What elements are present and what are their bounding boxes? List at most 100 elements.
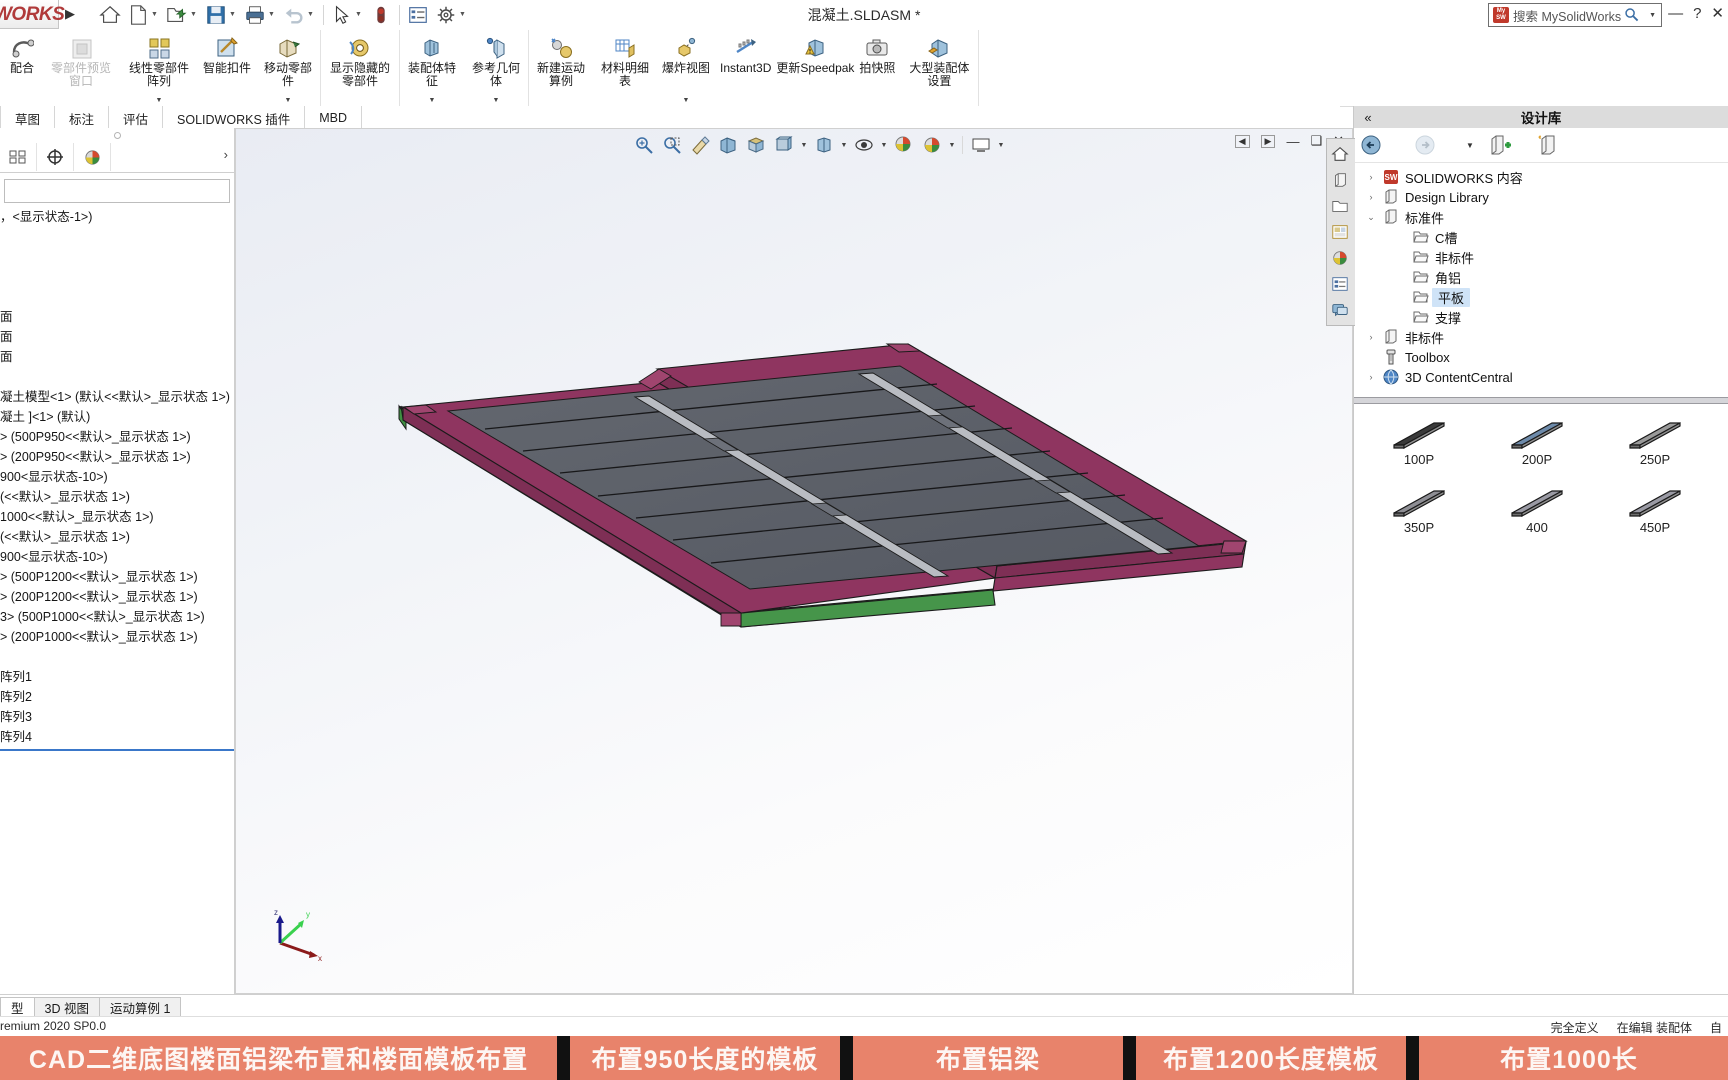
- chevron-toggle-icon[interactable]: ›: [1362, 192, 1380, 202]
- chevron-down-icon[interactable]: ▼: [285, 97, 292, 106]
- forward-arrow-icon[interactable]: [1414, 134, 1436, 156]
- history-dropdown-icon[interactable]: ▼: [1466, 141, 1474, 150]
- ribbon-button-move-component[interactable]: 移动零部件 ▼: [256, 30, 320, 106]
- graphics-viewport[interactable]: ▼ ▼ ▼ ▼ ▼ ◀ ▶ — ❑ x y z: [235, 128, 1353, 994]
- chevron-toggle-icon[interactable]: ›: [1362, 332, 1380, 342]
- feature-manager-tab[interactable]: [0, 143, 37, 171]
- search-icon[interactable]: [1624, 7, 1639, 22]
- collapse-panel-icon[interactable]: «: [1354, 110, 1382, 125]
- ribbon-button-update-speedpak[interactable]: 更新Speedpak: [776, 30, 854, 106]
- chevron-down-icon[interactable]: ▼: [493, 97, 500, 106]
- new-folder-library-icon[interactable]: [1536, 134, 1560, 156]
- chevron-down-icon[interactable]: ▼: [429, 97, 436, 106]
- chevron-down-icon[interactable]: ▼: [683, 97, 690, 106]
- feature-tree-item[interactable]: 900<显示状态-10>): [0, 547, 234, 567]
- close-button[interactable]: ✕: [1711, 4, 1724, 22]
- appearances-tab[interactable]: [74, 143, 111, 171]
- feature-tree-search-input[interactable]: [4, 179, 230, 203]
- search-mysolidworks-input[interactable]: My SW 搜索 MySolidWorks ▼: [1488, 3, 1662, 27]
- feature-tree-item[interactable]: 凝土模型<1> (默认<<默认>_显示状态 1>): [0, 387, 234, 407]
- chevron-down-icon[interactable]: ▼: [156, 97, 163, 106]
- library-item-200P[interactable]: 200P: [1478, 414, 1596, 482]
- library-tree-item-Toolbox[interactable]: Toolbox: [1354, 347, 1728, 367]
- ribbon-button-smart-fasteners[interactable]: 智能扣件: [198, 30, 256, 106]
- chevron-down-icon[interactable]: ▼: [1649, 12, 1656, 19]
- document-tab-型[interactable]: 型: [0, 997, 35, 1017]
- feature-tree-item[interactable]: 凝土 ]<1> (默认): [0, 407, 234, 427]
- chevron-toggle-icon[interactable]: ›: [1362, 172, 1380, 182]
- library-tree-item-SOLIDWORKS 内容[interactable]: › SW SOLIDWORKS 内容: [1354, 167, 1728, 187]
- ribbon-button-exploded-view[interactable]: 爆炸视图 ▼: [657, 30, 715, 106]
- library-item-350P[interactable]: 350P: [1360, 482, 1478, 550]
- library-tree-item-标准件[interactable]: ⌄ 标准件: [1354, 207, 1728, 227]
- feature-tree-item[interactable]: > (200P950<<默认>_显示状态 1>): [0, 447, 234, 467]
- ribbon-button-show-hidden-components[interactable]: 显示隐藏的零部件: [321, 30, 399, 106]
- solidworks-forum-icon[interactable]: [1327, 297, 1353, 323]
- help-button[interactable]: ?: [1693, 5, 1701, 22]
- command-tab-标注[interactable]: 标注: [55, 106, 110, 128]
- property-manager-tab[interactable]: [37, 143, 74, 171]
- feature-tree-item[interactable]: (<<默认>_显示状态 1>): [0, 527, 234, 547]
- command-tab-SOLIDWORKS 插件[interactable]: SOLIDWORKS 插件: [163, 106, 306, 128]
- feature-tree-item[interactable]: 阵列4: [0, 727, 234, 747]
- command-tab-MBD[interactable]: MBD: [305, 106, 363, 128]
- feature-tree-item[interactable]: 面: [0, 347, 234, 367]
- panel-splitter[interactable]: [1354, 397, 1728, 404]
- feature-tree-item[interactable]: 阵列2: [0, 687, 234, 707]
- view-palette-icon[interactable]: [1327, 219, 1353, 245]
- library-tree-item-支撑[interactable]: 支撑: [1354, 307, 1728, 327]
- ribbon-button-bill-of-materials[interactable]: 材料明细表: [593, 30, 657, 106]
- library-item-400[interactable]: 400: [1478, 482, 1596, 550]
- feature-tree-item[interactable]: 阵列1: [0, 667, 234, 687]
- ribbon-button-assembly-feature[interactable]: 装配体特征 ▼: [400, 30, 464, 106]
- library-tree-item-角铝[interactable]: 角铝: [1354, 267, 1728, 287]
- design-library-icon[interactable]: [1327, 167, 1353, 193]
- ribbon-button-take-snapshot[interactable]: 拍快照: [854, 30, 900, 106]
- library-item-450P[interactable]: 450P: [1596, 482, 1714, 550]
- library-item-250P[interactable]: 250P: [1596, 414, 1714, 482]
- feature-tree-item[interactable]: 面: [0, 327, 234, 347]
- feature-tree-item[interactable]: > (200P1200<<默认>_显示状态 1>): [0, 587, 234, 607]
- back-arrow-icon[interactable]: [1360, 134, 1382, 156]
- chevron-toggle-icon[interactable]: ⌄: [1362, 212, 1380, 223]
- library-tree-item-Design Library[interactable]: › Design Library: [1354, 187, 1728, 207]
- panel-more-tabs-icon[interactable]: ›: [224, 147, 228, 162]
- command-tab-草图[interactable]: 草图: [0, 106, 56, 128]
- library-tree-item-非标件[interactable]: 非标件: [1354, 247, 1728, 267]
- feature-tree-item[interactable]: 900<显示状态-10>): [0, 467, 234, 487]
- feature-tree-item[interactable]: ，<显示状态-1>): [0, 207, 234, 227]
- library-item-100P[interactable]: 100P: [1360, 414, 1478, 482]
- document-tab-3D 视图[interactable]: 3D 视图: [33, 997, 100, 1017]
- feature-tree-item[interactable]: 1000<<默认>_显示状态 1>): [0, 507, 234, 527]
- panel-grip[interactable]: [0, 128, 234, 142]
- ribbon-button-label: 配合: [9, 61, 34, 75]
- feature-tree-item[interactable]: > (200P1000<<默认>_显示状态 1>): [0, 627, 234, 647]
- command-tab-评估[interactable]: 评估: [109, 106, 164, 128]
- custom-properties-icon[interactable]: [1327, 271, 1353, 297]
- feature-tree-item[interactable]: > (500P1200<<默认>_显示状态 1>): [0, 567, 234, 587]
- file-explorer-icon[interactable]: [1327, 193, 1353, 219]
- library-tree-item-平板[interactable]: 平板: [1354, 287, 1728, 307]
- ribbon-button-reference-geometry[interactable]: 参考几何体 ▼: [464, 30, 528, 106]
- home-icon[interactable]: [1327, 141, 1353, 167]
- ribbon-button-instant3d[interactable]: Instant3D: [715, 30, 776, 106]
- add-to-library-icon[interactable]: [1488, 134, 1512, 156]
- component-preview-icon: [69, 32, 93, 60]
- ribbon-button-mate[interactable]: 配合: [2, 30, 42, 106]
- feature-tree-item[interactable]: 3> (500P1000<<默认>_显示状态 1>): [0, 607, 234, 627]
- library-tree-item-3D ContentCentral[interactable]: › 3D ContentCentral: [1354, 367, 1728, 387]
- ribbon-button-new-motion-study[interactable]: 新建运动算例: [529, 30, 593, 106]
- ribbon-button-large-assembly-settings[interactable]: 大型装配体设置: [900, 30, 978, 106]
- appearances-scenes-icon[interactable]: [1327, 245, 1353, 271]
- feature-tree-item[interactable]: (<<默认>_显示状态 1>): [0, 487, 234, 507]
- library-tree-item-非标件[interactable]: › 非标件: [1354, 327, 1728, 347]
- feature-tree-item[interactable]: 阵列3: [0, 707, 234, 727]
- feature-tree-item[interactable]: 面: [0, 307, 234, 327]
- assembly-3d-model[interactable]: [236, 129, 1354, 995]
- chevron-toggle-icon[interactable]: ›: [1362, 372, 1380, 382]
- ribbon-button-linear-component-pattern[interactable]: 线性零部件阵列 ▼: [120, 30, 198, 106]
- feature-tree-item[interactable]: > (500P950<<默认>_显示状态 1>): [0, 427, 234, 447]
- library-tree-item-C槽[interactable]: C槽: [1354, 227, 1728, 247]
- minimize-button[interactable]: —: [1668, 5, 1683, 22]
- document-tab-运动算例 1[interactable]: 运动算例 1: [98, 997, 182, 1017]
